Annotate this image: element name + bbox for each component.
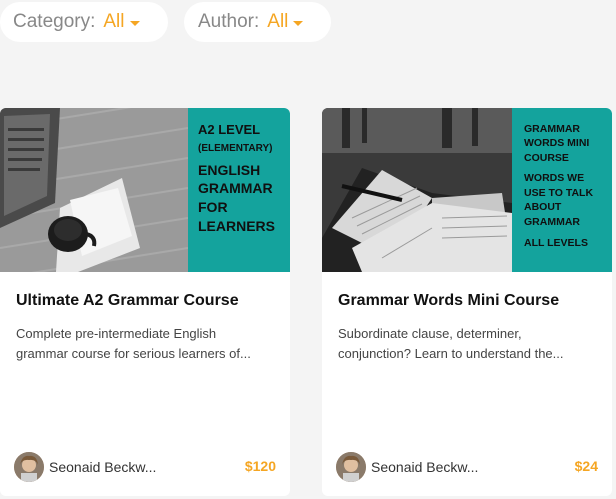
banner-text: ALL LEVELS: [524, 237, 588, 250]
avatar: [336, 452, 366, 482]
category-filter-label: Category:: [13, 11, 96, 32]
course-thumbnail[interactable]: GRAMMAR WORDS MINI COURSE WORDS WE USE T…: [322, 108, 612, 272]
banner-text: A2 LEVEL: [198, 122, 261, 137]
banner-text: ENGLISH GRAMMAR FOR LEARNERS: [198, 161, 276, 235]
course-banner: A2 LEVEL (ELEMENTARY) ENGLISH GRAMMAR FO…: [188, 108, 290, 272]
avatar: [14, 452, 44, 482]
category-filter-value[interactable]: All: [103, 11, 124, 33]
course-banner: GRAMMAR WORDS MINI COURSE WORDS WE USE T…: [512, 108, 612, 272]
banner-text: GRAMMAR WORDS MINI COURSE: [524, 123, 590, 164]
open-book-photo: [322, 108, 512, 272]
chevron-down-icon: [293, 20, 304, 26]
course-card[interactable]: GRAMMAR WORDS MINI COURSE WORDS WE USE T…: [322, 108, 612, 496]
course-description: Complete pre-intermediate English gramma…: [16, 326, 251, 361]
author-filter-label: Author:: [198, 11, 260, 32]
course-card[interactable]: A2 LEVEL (ELEMENTARY) ENGLISH GRAMMAR FO…: [0, 108, 290, 496]
course-price: $24: [574, 458, 598, 474]
chevron-down-icon: [129, 20, 140, 26]
course-thumbnail[interactable]: A2 LEVEL (ELEMENTARY) ENGLISH GRAMMAR FO…: [0, 108, 290, 272]
author-name: Seonaid Beckw...: [371, 459, 479, 475]
course-author[interactable]: Seonaid Beckw...: [336, 452, 478, 482]
laptop-coffee-photo: [0, 108, 188, 272]
course-author[interactable]: Seonaid Beckw...: [14, 452, 156, 482]
banner-text: WORDS WE USE TO TALK ABOUT GRAMMAR: [524, 172, 594, 228]
course-price: $120: [244, 458, 276, 474]
course-title[interactable]: Grammar Words Mini Course: [338, 292, 559, 310]
course-description: Subordinate clause, determiner, conjunct…: [338, 326, 564, 361]
author-filter-value[interactable]: All: [267, 11, 288, 33]
banner-text: (ELEMENTARY): [198, 142, 273, 154]
author-name: Seonaid Beckw...: [49, 459, 157, 475]
course-title[interactable]: Ultimate A2 Grammar Course: [16, 292, 239, 310]
category-filter[interactable]: Category: All: [0, 2, 168, 42]
author-filter[interactable]: Author: All: [184, 2, 331, 42]
